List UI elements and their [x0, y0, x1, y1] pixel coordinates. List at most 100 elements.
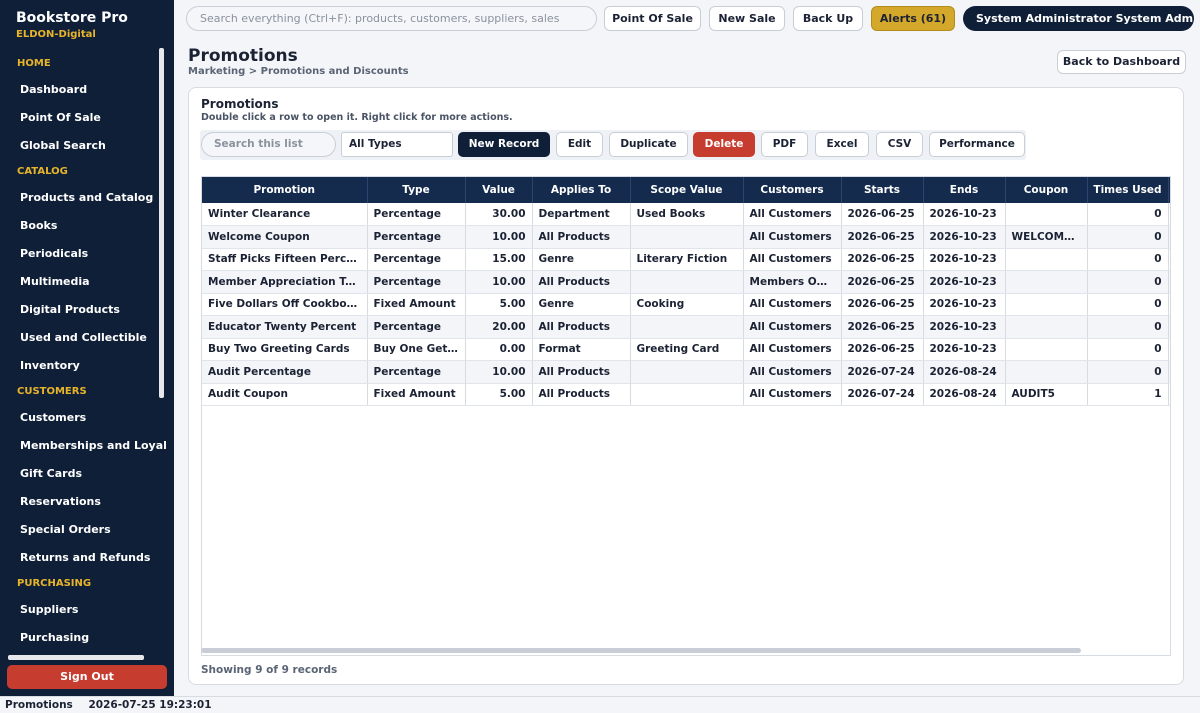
table-cell: Fixed Amount [367, 293, 466, 316]
table-row[interactable]: Welcome Coupon Percentage 10.00 All Product… [202, 225, 1170, 249]
table-cell: 2026-07-24 [841, 360, 924, 384]
table-cell: Percentage [367, 248, 466, 271]
table-cell: 2026-08-24 [923, 383, 1006, 406]
sidebar-item[interactable]: Returns and Refunds [0, 544, 166, 572]
table-row[interactable]: Member Appreciation Ten PercentPercentag… [202, 270, 1170, 294]
sidebar-item[interactable]: Inventory [0, 352, 166, 380]
page-title: Promotions [188, 46, 298, 66]
table-cell: Audit Percentage [202, 360, 368, 384]
table-row[interactable]: Buy Two Greeting Cards Buy One Get One 0.0… [202, 338, 1170, 361]
edit-button[interactable]: Edit [556, 132, 603, 157]
back-up-button[interactable]: Back Up [793, 6, 863, 31]
table-cell: Percentage [367, 315, 466, 339]
sidebar-vertical-scrollbar[interactable] [159, 48, 164, 398]
sidebar-item[interactable]: Customers [0, 404, 166, 432]
sidebar-item[interactable]: Reservations [0, 488, 166, 516]
table-row[interactable]: Five Dollars Off Cookbooks Fixed Amount 5.… [202, 293, 1170, 316]
table-cell: All Products [532, 270, 631, 294]
promotions-panel: Promotions Double click a row to open it… [188, 87, 1184, 685]
column-header[interactable]: Starts [841, 177, 924, 203]
user-menu-button[interactable]: System Administrator System Administrato… [963, 6, 1194, 31]
table-cell: 20.00 [465, 315, 533, 339]
column-header[interactable]: Scope Value [630, 177, 744, 203]
table-row[interactable]: Audit Coupon Fixed Amount 5.00 All Products… [202, 383, 1170, 406]
sign-out-button[interactable]: Sign Out [7, 665, 167, 689]
list-search-input[interactable]: Search this list [201, 132, 336, 157]
table-cell: Buy One Get One [367, 338, 466, 361]
type-filter-select[interactable]: All Types [341, 132, 453, 157]
sidebar-item[interactable]: Memberships and Loyalty [0, 432, 166, 460]
alerts-button[interactable]: Alerts (61) [871, 6, 955, 31]
global-search-input[interactable] [186, 6, 597, 31]
column-header[interactable]: Value [465, 177, 533, 203]
sidebar-item[interactable]: Products and Catalog [0, 184, 166, 212]
panel-title: Promotions [201, 97, 279, 111]
new-sale-button[interactable]: New Sale [709, 6, 785, 31]
performance-button[interactable]: Performance [929, 132, 1025, 157]
table-cell: Genre [532, 293, 631, 316]
delete-button[interactable]: Delete [693, 132, 755, 157]
table-row[interactable]: Audit Percentage Percentage 10.00 All Produ… [202, 360, 1170, 384]
table-cell: Audit Coupon [202, 383, 368, 406]
column-header[interactable]: Coupon [1005, 177, 1088, 203]
table-cell [1005, 248, 1088, 271]
column-header[interactable]: Times Used [1087, 177, 1169, 203]
csv-export-button[interactable]: CSV [876, 132, 923, 157]
sidebar-item[interactable]: Suppliers [0, 596, 166, 624]
sidebar-item[interactable]: Dashboard [0, 76, 166, 104]
column-header[interactable] [1168, 177, 1170, 203]
pdf-export-button[interactable]: PDF [761, 132, 808, 157]
table-cell: 2026-06-25 [841, 203, 924, 226]
back-to-dashboard-button[interactable]: Back to Dashboard [1057, 50, 1186, 74]
table-cell: All Products [532, 360, 631, 384]
duplicate-button[interactable]: Duplicate [609, 132, 688, 157]
sidebar-item[interactable]: Purchasing [0, 624, 166, 652]
sidebar-item[interactable]: Special Orders [0, 516, 166, 544]
table-cell: 2026-10-23 [923, 248, 1006, 271]
table-cell: 0 [1087, 225, 1169, 249]
table-row[interactable]: Staff Picks Fifteen Percent Percentage 15.… [202, 248, 1170, 271]
table-row[interactable]: Educator Twenty Percent Percentage 20.00 Al… [202, 315, 1170, 339]
table-cell: N [1168, 360, 1170, 384]
table-cell: 2026-06-25 [841, 248, 924, 271]
table-cell: N [1168, 383, 1170, 406]
sidebar-item[interactable]: Used and Collectible [0, 324, 166, 352]
column-header[interactable]: Ends [923, 177, 1006, 203]
table-cell: All Customers [743, 225, 842, 249]
table-cell: Welcome Coupon [202, 225, 368, 249]
table-cell [630, 383, 744, 406]
new-record-button[interactable]: New Record [458, 132, 550, 157]
sidebar-item[interactable]: Point Of Sale [0, 104, 166, 132]
sidebar: Bookstore Pro ELDON-Digital HOME Dashboar… [0, 0, 174, 696]
sidebar-item[interactable]: Periodicals [0, 240, 166, 268]
sidebar-item[interactable]: Digital Products [0, 296, 166, 324]
sidebar-horizontal-scrollbar[interactable] [8, 655, 144, 660]
sidebar-item[interactable]: Books [0, 212, 166, 240]
sidebar-item[interactable]: Global Search [0, 132, 166, 160]
table-cell: 0 [1087, 270, 1169, 294]
brand: Bookstore Pro ELDON-Digital [16, 10, 128, 40]
sidebar-item[interactable]: Multimedia [0, 268, 166, 296]
column-header[interactable]: Type [367, 177, 466, 203]
table-cell: All Products [532, 383, 631, 406]
table-cell: 5.00 [465, 293, 533, 316]
column-header[interactable]: Promotion [202, 177, 368, 203]
sidebar-item[interactable]: Gift Cards [0, 460, 166, 488]
excel-export-button[interactable]: Excel [815, 132, 869, 157]
column-header[interactable]: Applies To [532, 177, 631, 203]
table-cell: Used Books [630, 203, 744, 226]
column-header[interactable]: Customers [743, 177, 842, 203]
table-horizontal-scrollbar[interactable] [201, 648, 1081, 653]
table-cell: All Customers [743, 293, 842, 316]
breadcrumb: Marketing > Promotions and Discounts [188, 66, 409, 77]
table-cell: Y [1168, 338, 1170, 361]
table-cell: 0 [1087, 248, 1169, 271]
point-of-sale-button[interactable]: Point Of Sale [604, 6, 701, 31]
table-row[interactable]: Winter Clearance Percentage 30.00 Departmen… [202, 203, 1170, 226]
table-cell: Staff Picks Fifteen Percent [202, 248, 368, 271]
status-screen: Promotions [5, 699, 73, 711]
status-timestamp: 2026-07-25 19:23:01 [88, 699, 212, 711]
table-cell: 5.00 [465, 383, 533, 406]
table-cell: 2026-07-24 [841, 383, 924, 406]
table-cell: 15.00 [465, 248, 533, 271]
